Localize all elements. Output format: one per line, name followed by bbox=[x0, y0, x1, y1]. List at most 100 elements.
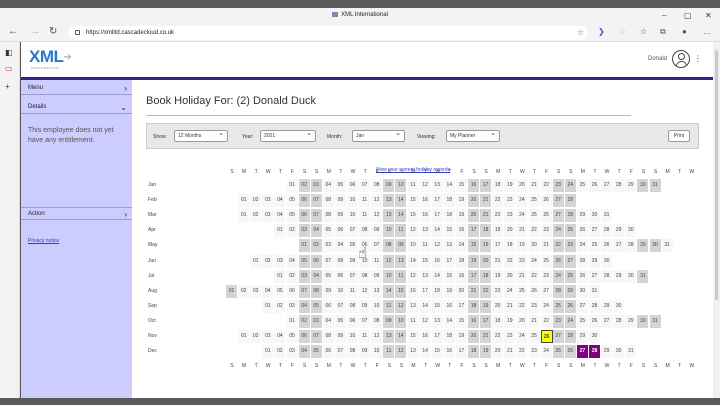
browser-menu-icon[interactable]: … bbox=[703, 27, 711, 36]
day-cell[interactable]: 27 bbox=[589, 224, 601, 238]
day-cell[interactable]: 22 bbox=[540, 314, 553, 328]
day-cell[interactable]: 13 bbox=[407, 345, 420, 359]
day-cell[interactable]: 23 bbox=[540, 269, 553, 283]
day-cell[interactable]: 23 bbox=[504, 209, 517, 223]
day-cell[interactable]: 25 bbox=[540, 254, 553, 268]
day-cell[interactable]: 11 bbox=[419, 239, 432, 253]
day-cell[interactable]: 25 bbox=[528, 194, 541, 208]
day-cell[interactable]: 22 bbox=[552, 239, 565, 253]
day-cell[interactable]: 05 bbox=[274, 284, 287, 298]
day-cell[interactable]: 13 bbox=[371, 284, 384, 298]
tracking-icon[interactable]: ◌ bbox=[620, 27, 625, 36]
day-cell[interactable]: 01 bbox=[298, 239, 311, 253]
day-cell[interactable]: 27 bbox=[589, 269, 601, 283]
day-cell[interactable]: 07 bbox=[322, 254, 335, 268]
day-cell[interactable]: 11 bbox=[347, 284, 359, 298]
day-cell[interactable]: 21 bbox=[480, 330, 493, 343]
day-cell[interactable]: 08 bbox=[322, 330, 335, 343]
day-cell[interactable]: 14 bbox=[443, 314, 456, 328]
day-cell[interactable]: 13 bbox=[419, 224, 432, 238]
day-cell[interactable]: 24 bbox=[516, 194, 529, 208]
day-cell[interactable]: 30 bbox=[613, 299, 626, 313]
day-cell[interactable]: 03 bbox=[298, 224, 311, 238]
day-cell[interactable]: 27 bbox=[601, 179, 614, 192]
restore-button[interactable]: ▢ bbox=[684, 11, 692, 20]
day-cell[interactable]: 08 bbox=[359, 269, 372, 283]
day-cell[interactable]: 26 bbox=[576, 224, 589, 238]
day-cell[interactable]: 02 bbox=[286, 224, 299, 238]
day-cell[interactable]: 26 bbox=[540, 194, 553, 208]
day-cell[interactable]: 06 bbox=[334, 269, 347, 283]
day-cell[interactable]: 15 bbox=[407, 194, 420, 208]
day-cell[interactable]: 07 bbox=[334, 345, 347, 359]
day-cell[interactable]: 06 bbox=[347, 314, 359, 328]
day-cell[interactable]: 27 bbox=[576, 299, 589, 313]
day-cell[interactable]: 10 bbox=[347, 330, 359, 343]
day-cell[interactable]: 02 bbox=[250, 194, 263, 208]
day-cell[interactable]: 16 bbox=[443, 345, 456, 359]
day-cell[interactable]: 10 bbox=[395, 314, 408, 328]
day-cell[interactable]: 28 bbox=[589, 299, 601, 313]
day-cell[interactable]: 16 bbox=[419, 194, 432, 208]
day-cell[interactable]: 01 bbox=[238, 209, 251, 223]
day-cell[interactable]: 04 bbox=[286, 254, 299, 268]
day-cell[interactable]: 25 bbox=[589, 239, 601, 253]
day-cell[interactable]: 14 bbox=[395, 209, 408, 223]
day-cell[interactable]: 21 bbox=[528, 314, 541, 328]
day-cell[interactable]: 27 bbox=[564, 254, 577, 268]
day-cell[interactable]: 01 bbox=[262, 299, 275, 313]
day-cell[interactable]: 15 bbox=[407, 209, 420, 223]
day-cell[interactable]: 21 bbox=[504, 345, 517, 359]
day-cell[interactable]: 07 bbox=[334, 299, 347, 313]
day-cell[interactable]: 22 bbox=[492, 194, 505, 208]
day-cell[interactable]: 20 bbox=[455, 284, 468, 298]
day-cell[interactable]: 02 bbox=[274, 299, 287, 313]
day-cell[interactable]: 11 bbox=[383, 345, 396, 359]
day-cell[interactable]: 01 bbox=[274, 224, 287, 238]
day-cell[interactable]: 10 bbox=[371, 299, 384, 313]
day-cell[interactable]: 26 bbox=[589, 179, 601, 192]
day-cell[interactable]: 17 bbox=[468, 269, 480, 283]
day-cell[interactable]: 08 bbox=[322, 209, 335, 223]
day-cell[interactable]: 04 bbox=[322, 179, 335, 192]
day-cell[interactable]: 03 bbox=[322, 239, 335, 253]
day-cell[interactable]: 03 bbox=[250, 284, 263, 298]
day-cell[interactable]: 10 bbox=[383, 224, 396, 238]
day-cell[interactable]: 04 bbox=[298, 299, 311, 313]
day-cell[interactable]: 25 bbox=[564, 269, 577, 283]
day-cell[interactable]: 27 bbox=[552, 330, 565, 343]
day-cell[interactable]: 21 bbox=[480, 194, 493, 208]
day-cell[interactable]: 03 bbox=[286, 345, 299, 359]
day-cell[interactable]: 24 bbox=[564, 179, 577, 192]
day-cell[interactable]: 17 bbox=[492, 239, 505, 253]
day-cell[interactable]: 02 bbox=[250, 330, 263, 343]
day-cell[interactable]: 04 bbox=[262, 284, 275, 298]
day-cell[interactable]: 26 bbox=[528, 284, 541, 298]
day-cell[interactable]: 05 bbox=[286, 330, 299, 343]
day-cell[interactable]: 01 bbox=[226, 284, 238, 298]
day-cell[interactable]: 03 bbox=[310, 179, 323, 192]
day-cell[interactable]: 27 bbox=[601, 314, 614, 328]
day-cell[interactable]: 02 bbox=[298, 314, 311, 328]
viewing-select[interactable]: My Planner bbox=[446, 129, 500, 142]
day-cell[interactable]: 23 bbox=[492, 284, 505, 298]
day-cell[interactable]: 10 bbox=[371, 345, 384, 359]
day-cell[interactable]: 16 bbox=[468, 179, 480, 192]
day-cell[interactable]: 09 bbox=[359, 345, 372, 359]
page-scrollbar[interactable] bbox=[713, 42, 720, 398]
day-cell[interactable]: 28 bbox=[564, 209, 577, 223]
day-cell[interactable]: 26 bbox=[552, 254, 565, 268]
day-cell[interactable]: 12 bbox=[407, 224, 420, 238]
open-tab-icon[interactable]: ▭ bbox=[5, 64, 13, 73]
favorites-icon[interactable]: ☆ bbox=[640, 27, 647, 36]
day-cell[interactable]: 18 bbox=[443, 330, 456, 343]
day-cell[interactable]: 12 bbox=[395, 299, 408, 313]
day-cell[interactable]: 29 bbox=[589, 254, 601, 268]
day-cell[interactable]: 22 bbox=[528, 269, 541, 283]
refresh-icon[interactable]: ↻ bbox=[49, 26, 57, 37]
day-cell[interactable]: 31 bbox=[625, 345, 638, 359]
day-cell[interactable]: 21 bbox=[516, 224, 529, 238]
day-cell[interactable]: 28 bbox=[601, 269, 614, 283]
day-cell[interactable]: 28 bbox=[564, 330, 577, 343]
day-cell[interactable]: 21 bbox=[504, 299, 517, 313]
